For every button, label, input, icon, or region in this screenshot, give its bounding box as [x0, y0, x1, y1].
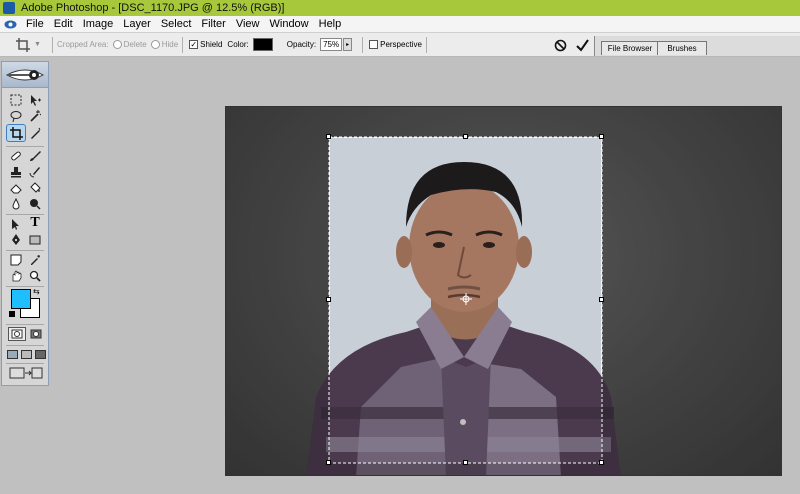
- app-eye-icon[interactable]: [4, 18, 17, 31]
- standard-screen-mode-icon[interactable]: [6, 348, 19, 360]
- full-screen-menu-mode-icon[interactable]: [20, 348, 33, 360]
- type-tool-glyph: T: [30, 215, 40, 230]
- separator: [362, 36, 364, 53]
- dodge-tool-icon[interactable]: [27, 196, 43, 212]
- cancel-icon: [554, 39, 566, 51]
- crop-handle-top-right[interactable]: [599, 134, 604, 139]
- title-bar: Adobe Photoshop - [DSC_1170.JPG @ 12.5% …: [0, 0, 800, 16]
- separator: [425, 36, 427, 53]
- crop-handle-bottom[interactable]: [463, 460, 468, 465]
- hide-radio[interactable]: [150, 40, 160, 49]
- perspective-checkbox[interactable]: [369, 40, 379, 49]
- shield-checkbox[interactable]: ✓: [189, 40, 199, 49]
- hand-tool-icon[interactable]: [8, 268, 24, 284]
- move-tool-icon[interactable]: [27, 92, 43, 108]
- eye-logo-icon: [5, 69, 45, 80]
- eraser-tool-icon[interactable]: [8, 180, 24, 196]
- crop-handle-top-left[interactable]: [326, 134, 331, 139]
- type-tool-icon[interactable]: T: [27, 215, 43, 231]
- opacity-field[interactable]: 75%: [320, 38, 343, 51]
- checkmark-icon: [575, 38, 589, 52]
- opacity-slider-arrow-icon[interactable]: ▸: [343, 38, 353, 51]
- swap-colors-icon[interactable]: ⇆: [33, 287, 40, 296]
- options-bar: ▼ Cropped Area: Delete Hide ✓ Shield Col…: [0, 33, 800, 57]
- menu-file[interactable]: File: [21, 18, 49, 30]
- tool-preset-arrow-icon[interactable]: ▼: [34, 41, 42, 48]
- menu-edit[interactable]: Edit: [49, 18, 78, 30]
- marquee-tool-icon[interactable]: [8, 92, 24, 108]
- photoshop-icon: [3, 2, 15, 14]
- clone-stamp-tool-icon[interactable]: [8, 164, 24, 180]
- menu-view[interactable]: View: [231, 18, 265, 30]
- jump-to-imageready-icon[interactable]: [8, 366, 44, 380]
- menu-bar: File Edit Image Layer Select Filter View…: [0, 16, 800, 33]
- paint-bucket-tool-icon[interactable]: [27, 180, 43, 196]
- cropped-area-label: Cropped Area:: [57, 40, 109, 49]
- history-brush-tool-icon[interactable]: [27, 164, 43, 180]
- cancel-crop-button[interactable]: [551, 36, 569, 54]
- menu-select[interactable]: Select: [156, 18, 197, 30]
- crop-handle-right[interactable]: [599, 297, 604, 302]
- brush-tool-icon[interactable]: [27, 148, 43, 164]
- tool-preset-crop-icon[interactable]: [12, 36, 34, 54]
- toolbox: T ⇆: [1, 61, 49, 386]
- toolbox-header[interactable]: [2, 62, 48, 88]
- portrait-photo: [226, 107, 781, 475]
- notes-tool-icon[interactable]: [8, 252, 24, 268]
- tab-brushes[interactable]: Brushes: [657, 41, 707, 55]
- window-title: Adobe Photoshop - [DSC_1170.JPG @ 12.5% …: [21, 2, 285, 14]
- menu-layer[interactable]: Layer: [118, 18, 156, 30]
- standard-mode-icon[interactable]: [8, 327, 26, 341]
- menu-window[interactable]: Window: [265, 18, 314, 30]
- delete-label: Delete: [123, 40, 147, 49]
- opacity-label: Opacity:: [286, 40, 317, 49]
- image-canvas[interactable]: [225, 106, 782, 476]
- menu-help[interactable]: Help: [314, 18, 347, 30]
- color-label: Color:: [227, 40, 249, 49]
- crop-handle-left[interactable]: [326, 297, 331, 302]
- healing-brush-tool-icon[interactable]: [8, 148, 24, 164]
- full-screen-mode-icon[interactable]: [34, 348, 47, 360]
- hide-label: Hide: [161, 40, 179, 49]
- separator: [52, 36, 53, 53]
- crop-handle-top[interactable]: [463, 134, 468, 139]
- crop-tool-icon[interactable]: [6, 124, 26, 142]
- separator: [182, 36, 184, 53]
- pen-tool-icon[interactable]: [8, 232, 24, 248]
- magic-wand-tool-icon[interactable]: [27, 108, 43, 124]
- rectangle-tool-icon[interactable]: [27, 232, 43, 248]
- commit-crop-button[interactable]: [573, 36, 591, 54]
- lasso-tool-icon[interactable]: [8, 108, 24, 124]
- path-selection-tool-icon[interactable]: [8, 216, 24, 232]
- slice-tool-icon[interactable]: [27, 125, 43, 141]
- crop-handle-bottom-right[interactable]: [599, 460, 604, 465]
- menu-filter[interactable]: Filter: [196, 18, 230, 30]
- blur-tool-icon[interactable]: [8, 196, 24, 212]
- zoom-tool-icon[interactable]: [27, 268, 43, 284]
- perspective-label: Perspective: [380, 40, 422, 49]
- shield-label: Shield: [200, 40, 223, 49]
- crop-handle-bottom-left[interactable]: [326, 460, 331, 465]
- delete-radio[interactable]: [112, 40, 122, 49]
- shield-color-swatch[interactable]: [252, 38, 273, 51]
- default-colors-icon[interactable]: [9, 311, 15, 317]
- eyedropper-tool-icon[interactable]: [27, 252, 43, 268]
- foreground-color-swatch[interactable]: [11, 289, 31, 309]
- menu-image[interactable]: Image: [78, 18, 119, 30]
- tab-file-browser[interactable]: File Browser: [601, 41, 659, 55]
- palette-well: File Browser Brushes: [594, 36, 800, 56]
- quick-mask-mode-icon[interactable]: [27, 327, 45, 341]
